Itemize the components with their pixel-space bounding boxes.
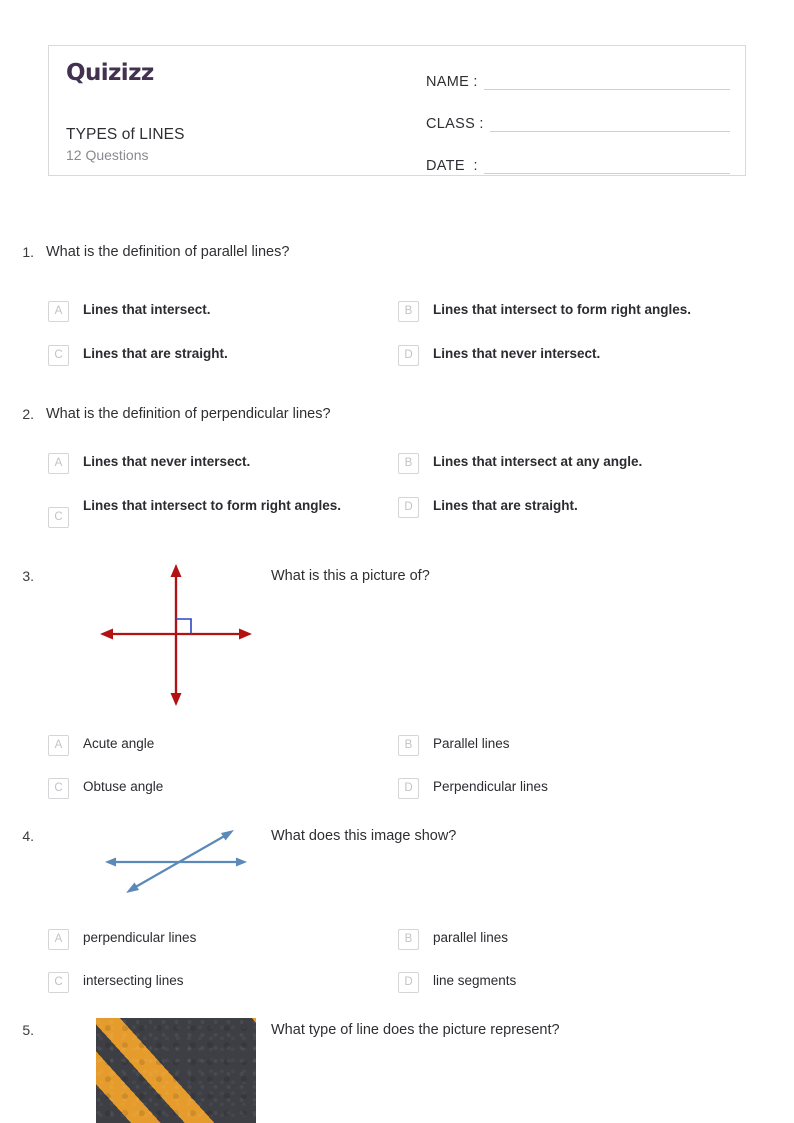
option-2a[interactable]: A Lines that never intersect. — [48, 452, 398, 474]
perpendicular-lines-diagram — [96, 560, 256, 710]
road-parallel-lines-photo — [96, 1018, 256, 1123]
option-row: A perpendicular lines B parallel lines — [0, 928, 794, 950]
date-input-line[interactable] — [483, 157, 730, 174]
option-letter-badge: C — [48, 507, 69, 528]
option-letter-badge: D — [398, 345, 419, 366]
option-letter-badge: C — [48, 778, 69, 799]
option-label: perpendicular lines — [83, 930, 197, 945]
question-2-header: 2. What is the definition of perpendicul… — [0, 404, 794, 424]
question-5-number: 5. — [22, 1022, 34, 1038]
option-2d[interactable]: D Lines that are straight. — [398, 496, 748, 528]
option-4c[interactable]: C intersecting lines — [48, 971, 398, 993]
option-letter-badge: D — [398, 972, 419, 993]
question-5-text: What type of line does the picture repre… — [271, 1022, 560, 1038]
option-label: Lines that intersect. — [83, 302, 211, 317]
header-left-panel: Quizizz TYPES of LINES 12 Questions — [49, 46, 409, 175]
question-4-text: What does this image show? — [271, 828, 457, 844]
question-4-options: A perpendicular lines B parallel lines C… — [0, 928, 794, 993]
question-1-options: A Lines that intersect. B Lines that int… — [0, 300, 794, 366]
option-1a[interactable]: A Lines that intersect. — [48, 300, 398, 322]
date-field-row: DATE : — [426, 152, 730, 174]
option-label: intersecting lines — [83, 973, 184, 988]
question-4-number: 4. — [22, 828, 34, 844]
question-3-text-wrap: What is this a picture of? — [271, 566, 430, 586]
question-2-number: 2. — [22, 406, 34, 422]
quizizz-logo: Quizizz — [66, 62, 409, 85]
name-field-row: NAME : — [426, 68, 730, 90]
student-info-fields: NAME : CLASS : DATE : — [409, 46, 745, 175]
option-label: Lines that are straight. — [433, 498, 578, 513]
question-3-options: A Acute angle B Parallel lines C Obtuse … — [0, 734, 794, 799]
option-label: Perpendicular lines — [433, 779, 548, 794]
option-1d[interactable]: D Lines that never intersect. — [398, 344, 748, 366]
option-3a[interactable]: A Acute angle — [48, 734, 398, 756]
option-letter-badge: C — [48, 972, 69, 993]
option-label: Lines that are straight. — [83, 346, 228, 361]
option-letter-badge: B — [398, 929, 419, 950]
quizizz-logo-text: Quizizz — [66, 60, 154, 86]
option-3c[interactable]: C Obtuse angle — [48, 777, 398, 799]
option-row: A Acute angle B Parallel lines — [0, 734, 794, 756]
option-label: parallel lines — [433, 930, 509, 945]
class-field-label: CLASS : — [426, 116, 484, 132]
option-1c[interactable]: C Lines that are straight. — [48, 344, 398, 366]
question-1-text: What is the definition of parallel lines… — [46, 244, 290, 260]
option-row: C intersecting lines D line segments — [0, 971, 794, 993]
option-row: A Lines that intersect. B Lines that int… — [0, 300, 794, 322]
option-letter-badge: C — [48, 345, 69, 366]
question-2-options: A Lines that never intersect. B Lines th… — [0, 452, 794, 528]
option-letter-badge: D — [398, 497, 419, 518]
option-letter-badge: D — [398, 778, 419, 799]
option-label: Lines that intersect at any angle. — [433, 454, 643, 469]
page-title: TYPES of LINES — [66, 126, 185, 143]
option-4b[interactable]: B parallel lines — [398, 928, 748, 950]
question-3-number: 3. — [22, 568, 34, 584]
option-label: Obtuse angle — [83, 779, 164, 794]
option-row: C Lines that are straight. D Lines that … — [0, 344, 794, 366]
option-letter-badge: B — [398, 301, 419, 322]
intersecting-lines-svg — [105, 830, 247, 893]
question-1-number: 1. — [22, 244, 34, 260]
question-1-header: 1. What is the definition of parallel li… — [0, 242, 794, 262]
question-2: 2. What is the definition of perpendicul… — [0, 404, 794, 424]
option-label: Lines that intersect to form right angle… — [433, 302, 692, 317]
option-label: Acute angle — [83, 736, 155, 751]
option-label: Lines that intersect to form right angle… — [83, 498, 342, 513]
question-3-text: What is this a picture of? — [271, 568, 430, 584]
option-row: C Lines that intersect to form right ang… — [0, 496, 794, 528]
option-2b[interactable]: B Lines that intersect at any angle. — [398, 452, 748, 474]
name-field-label: NAME : — [426, 74, 478, 90]
option-4a[interactable]: A perpendicular lines — [48, 928, 398, 950]
question-5-text-wrap: What type of line does the picture repre… — [271, 1020, 560, 1040]
option-letter-badge: A — [48, 301, 69, 322]
option-label: Lines that never intersect. — [83, 454, 251, 469]
question-count: 12 Questions — [66, 147, 149, 163]
question-2-text: What is the definition of perpendicular … — [46, 406, 331, 422]
option-4d[interactable]: D line segments — [398, 971, 748, 993]
option-label: line segments — [433, 973, 517, 988]
option-2c[interactable]: C Lines that intersect to form right ang… — [48, 496, 398, 528]
intersecting-lines-diagram — [96, 820, 256, 905]
option-letter-badge: B — [398, 453, 419, 474]
option-letter-badge: A — [48, 735, 69, 756]
option-row: C Obtuse angle D Perpendicular lines — [0, 777, 794, 799]
worksheet-header: Quizizz TYPES of LINES 12 Questions NAME… — [48, 45, 746, 176]
option-label: Parallel lines — [433, 736, 510, 751]
question-4-text-wrap: What does this image show? — [271, 826, 456, 846]
perpendicular-lines-svg — [100, 564, 252, 706]
option-3d[interactable]: D Perpendicular lines — [398, 777, 748, 799]
option-3b[interactable]: B Parallel lines — [398, 734, 748, 756]
name-input-line[interactable] — [483, 73, 730, 90]
class-field-row: CLASS : — [426, 110, 730, 132]
option-letter-badge: A — [48, 453, 69, 474]
option-row: A Lines that never intersect. B Lines th… — [0, 452, 794, 474]
option-1b[interactable]: B Lines that intersect to form right ang… — [398, 300, 748, 322]
option-label: Lines that never intersect. — [433, 346, 601, 361]
option-letter-badge: B — [398, 735, 419, 756]
option-letter-badge: A — [48, 929, 69, 950]
date-field-label: DATE : — [426, 158, 478, 174]
class-input-line[interactable] — [489, 115, 730, 132]
question-1: 1. What is the definition of parallel li… — [0, 242, 794, 262]
